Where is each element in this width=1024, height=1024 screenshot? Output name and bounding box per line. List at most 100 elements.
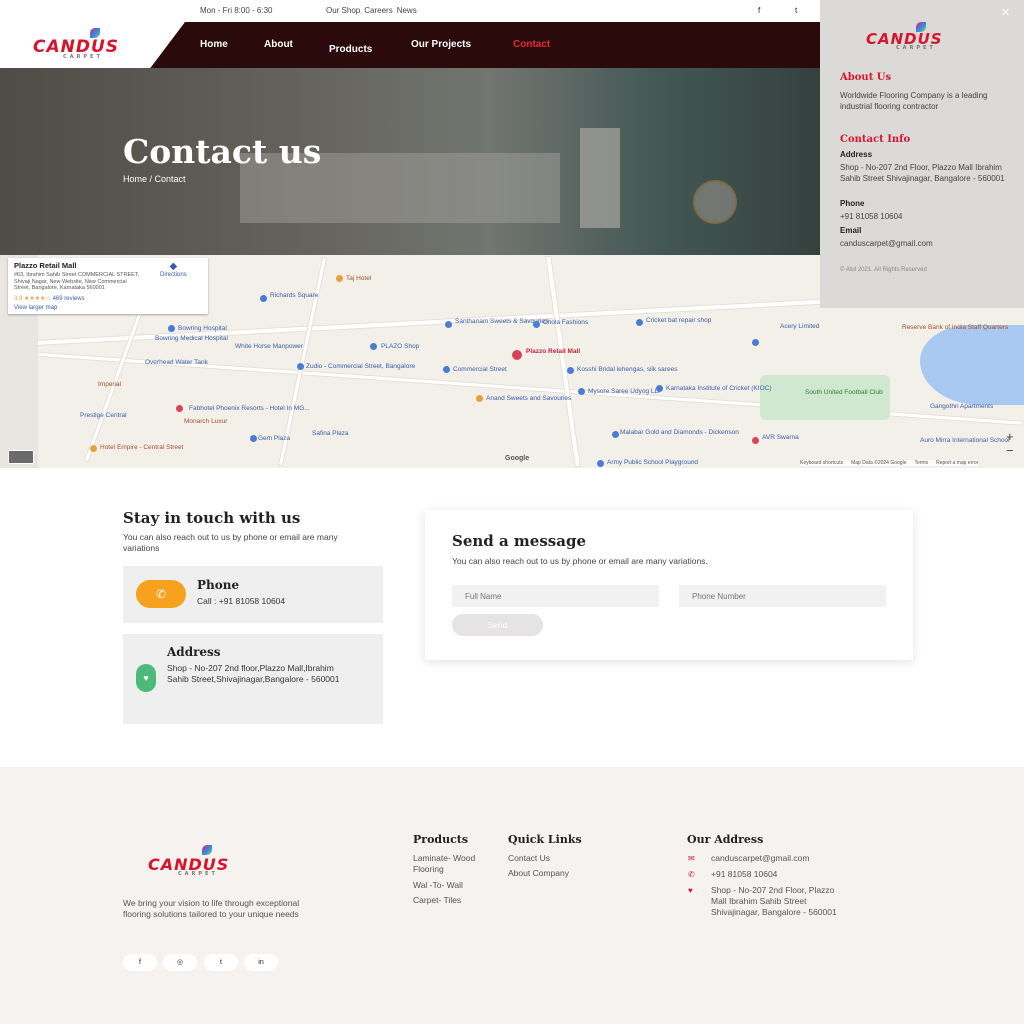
- side-phone-text[interactable]: +91 81058 10604: [840, 211, 903, 222]
- nav-products[interactable]: Products: [329, 44, 372, 55]
- map-label: AVR Swarna: [762, 434, 799, 441]
- map-attribution: Keyboard shortcuts Map Data ©2024 Google…: [800, 460, 979, 466]
- map-label: Acery Limited: [780, 323, 820, 330]
- zoom-in-button[interactable]: +: [1006, 429, 1014, 444]
- footer-product-link[interactable]: Wal -To- Wall: [413, 880, 463, 891]
- side-address-label: Address: [840, 150, 873, 159]
- phone-value[interactable]: Call : +91 81058 10604: [197, 596, 285, 607]
- directions-button[interactable]: ◆ Directions: [160, 261, 187, 278]
- footer: CANDUS CARPET We bring your vision to li…: [0, 767, 1024, 1024]
- address-value: Shop - No-207 2nd floor,Plazzo Mall,Ibra…: [167, 663, 340, 684]
- email-icon: ✉: [688, 854, 695, 863]
- footer-product-link[interactable]: Carpet- Tiles: [413, 895, 461, 906]
- top-bar: Mon - Fri 8:00 - 6:30 Our Shop Careers N…: [0, 0, 820, 22]
- zoom-out-button[interactable]: −: [1006, 443, 1014, 458]
- side-logo-subtext: CARPET: [896, 45, 936, 51]
- footer-phone[interactable]: +91 81058 10604: [711, 869, 777, 880]
- map-data-credit: Map Data ©2024 Google: [851, 460, 907, 466]
- google-logo: Google: [505, 455, 530, 462]
- twitter-icon[interactable]: t: [795, 6, 797, 15]
- nav-our-projects[interactable]: Our Projects: [411, 39, 471, 50]
- top-links: Our Shop Careers News: [326, 6, 417, 15]
- footer-tagline: We bring your vision to life through exc…: [123, 898, 300, 919]
- side-email-text[interactable]: canduscarpet@gmail.com: [840, 238, 933, 249]
- map-label: Kosshi Bridal lehengas, silk sarees: [577, 366, 678, 373]
- map-terms-link[interactable]: Terms: [914, 460, 928, 466]
- phone-icon: ✆: [136, 580, 186, 608]
- footer-address-heading: Our Address: [687, 833, 764, 846]
- footer-quick-link[interactable]: About Company: [508, 868, 569, 879]
- side-logo: CANDUS CARPET: [866, 30, 943, 51]
- hero-banner: Contact us Home / Contact: [0, 68, 820, 255]
- map-keyboard-shortcuts[interactable]: Keyboard shortcuts: [800, 460, 843, 466]
- address-card: ♥ Address Shop - No-207 2nd floor,Plazzo…: [123, 634, 383, 724]
- map-label: Bowring Medical Hospital: [155, 335, 228, 342]
- close-icon[interactable]: ✕: [1001, 6, 1010, 19]
- map-label: Taj Hotel: [346, 275, 372, 282]
- nav-home[interactable]: Home: [200, 39, 228, 50]
- map-label: Overhead Water Tank: [145, 359, 208, 366]
- map-label: Safina Plaza: [312, 430, 349, 437]
- stay-title: Stay in touch with us: [123, 509, 301, 527]
- full-name-input[interactable]: [452, 585, 659, 607]
- footer-logo[interactable]: CANDUS CARPET: [148, 855, 229, 877]
- form-subtitle: You can also reach out to us by phone or…: [452, 556, 708, 566]
- map-label: Commercial Street: [453, 366, 507, 373]
- facebook-icon[interactable]: f: [123, 954, 157, 971]
- satellite-toggle[interactable]: [8, 450, 34, 464]
- footer-quick-heading: Quick Links: [508, 833, 582, 846]
- footer-email[interactable]: canduscarpet@gmail.com: [711, 853, 809, 864]
- map-info-card: Plazzo Retail Mall #63, Ibrahim Sahib St…: [8, 258, 208, 314]
- twitter-icon[interactable]: t: [204, 954, 238, 971]
- map-label: Richards Square: [270, 292, 319, 299]
- bird-logo-icon: [916, 22, 926, 32]
- stay-subtitle: You can also reach out to us by phone or…: [123, 532, 338, 553]
- top-link-shop[interactable]: Our Shop: [326, 6, 360, 15]
- map-label: Imperial: [98, 381, 122, 388]
- nav-contact[interactable]: Contact: [513, 39, 550, 50]
- top-link-careers[interactable]: Careers: [364, 6, 392, 15]
- phone-number-input[interactable]: [679, 585, 886, 607]
- bird-logo-icon: [90, 28, 100, 38]
- map-report-link[interactable]: Report a map error: [936, 460, 978, 466]
- nav-about[interactable]: About: [264, 39, 293, 50]
- map-label: Fabhotel Phoenix Resorts - Hotel In MG..…: [189, 405, 310, 412]
- map-card-rating: 3.9 ★★★★☆: [14, 296, 51, 302]
- side-about-text: Worldwide Flooring Company is a leading …: [840, 91, 988, 111]
- map-lake: [920, 325, 1024, 405]
- map-road: [545, 255, 581, 468]
- side-contact-heading: Contact Info: [840, 134, 911, 145]
- linkedin-icon[interactable]: in: [244, 954, 278, 971]
- map-location-pin[interactable]: [512, 350, 522, 360]
- map-label: Monarch Luxur: [184, 418, 228, 425]
- business-hours: Mon - Fri 8:00 - 6:30: [200, 6, 273, 15]
- map-label: Hotel Empire - Central Street: [100, 444, 184, 451]
- footer-quick-link[interactable]: Contact Us: [508, 853, 550, 864]
- phone-card: ✆ Phone Call : +91 81058 10604: [123, 566, 383, 623]
- instagram-icon[interactable]: ◎: [163, 954, 197, 971]
- map-label: Mysore Saree Udyog LLP: [588, 388, 663, 395]
- map-label: Plazzo Retail Mall: [526, 348, 581, 355]
- logo[interactable]: CANDUS CARPET: [33, 37, 119, 60]
- send-button[interactable]: Send: [452, 614, 543, 636]
- map-card-reviews-link[interactable]: 469 reviews: [53, 296, 85, 302]
- map-label: Bowring Hospital: [178, 325, 227, 332]
- map-label: South United Football Club: [805, 389, 883, 396]
- map-park: [760, 375, 890, 420]
- view-larger-map-link[interactable]: View larger map: [14, 305, 57, 311]
- page-title: Contact us: [123, 132, 322, 171]
- breadcrumb: Home / Contact: [123, 174, 186, 184]
- footer-product-link[interactable]: Laminate- Wood Flooring: [413, 853, 503, 875]
- message-form: Send a message You can also reach out to…: [425, 510, 913, 660]
- map-label: Army Public School Playground: [607, 459, 699, 466]
- top-link-news[interactable]: News: [397, 6, 417, 15]
- facebook-icon[interactable]: f: [758, 6, 760, 15]
- map-label: White Horse Manpower: [235, 343, 303, 350]
- phone-icon: ✆: [688, 870, 695, 879]
- map-label: Anand Sweets and Savouries: [486, 395, 572, 402]
- footer-logo-subtext: CARPET: [178, 871, 218, 877]
- bird-logo-icon: [202, 845, 212, 855]
- location-icon: ♥: [688, 886, 693, 895]
- logo-subtext: CARPET: [63, 54, 103, 60]
- map-card-address: #63, Ibrahim Sahib Street COMMERCIAL STR…: [14, 272, 140, 291]
